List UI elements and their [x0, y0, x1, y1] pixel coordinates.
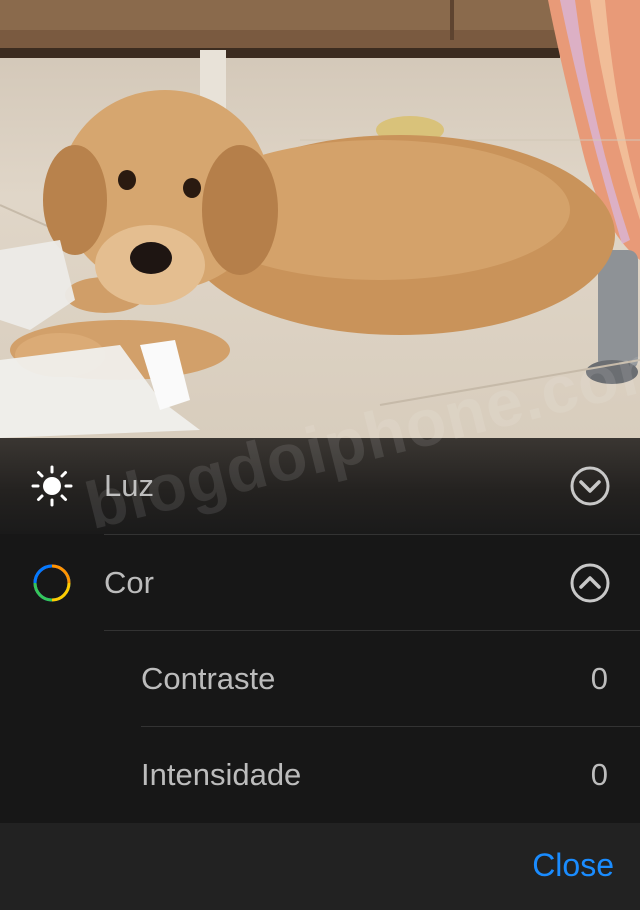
- sun-icon: [31, 465, 73, 507]
- adjustment-row-color[interactable]: Cor: [0, 535, 640, 631]
- adjustments-panel: Luz Cor Contraste 0 Intensidade 0: [0, 438, 640, 823]
- contrast-value: 0: [590, 661, 608, 696]
- intensity-value: 0: [590, 757, 608, 792]
- color-ring-icon: [33, 564, 71, 602]
- adjustment-row-intensity[interactable]: Intensidade 0: [0, 727, 640, 823]
- intensity-label: Intensidade: [141, 757, 302, 792]
- bottom-toolbar: Close: [0, 823, 640, 910]
- color-label: Cor: [104, 565, 154, 600]
- puppy-photo: [0, 0, 640, 438]
- adjustment-row-contrast[interactable]: Contraste 0: [0, 631, 640, 727]
- light-label: Luz: [104, 468, 154, 503]
- photo-editor-screen: Luz Cor Contraste 0 Intensidade 0 Close: [0, 0, 640, 910]
- chevron-up-circle-icon[interactable]: [570, 563, 610, 603]
- close-button[interactable]: Close: [532, 823, 614, 907]
- photo-preview: [0, 0, 640, 438]
- contrast-label: Contraste: [141, 661, 276, 696]
- adjustment-row-light[interactable]: Luz: [0, 438, 640, 534]
- chevron-down-circle-icon[interactable]: [570, 466, 610, 506]
